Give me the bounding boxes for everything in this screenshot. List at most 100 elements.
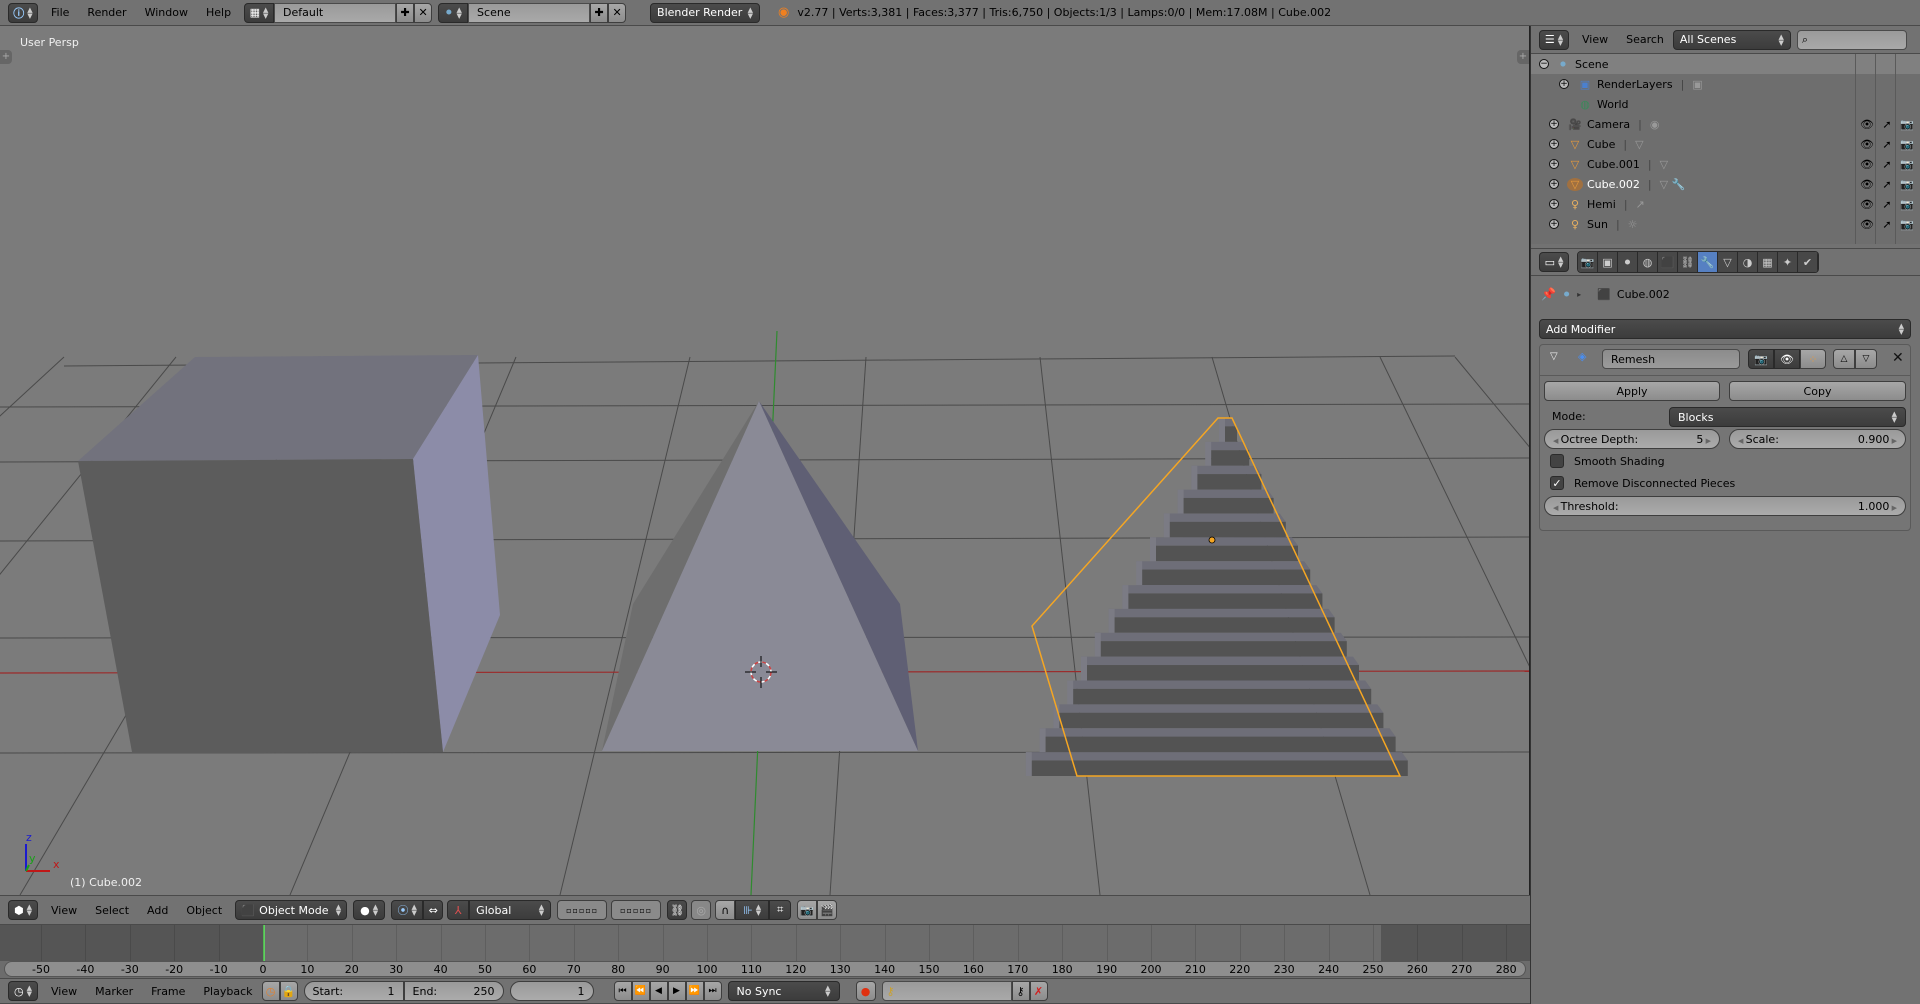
menu-help[interactable]: Help xyxy=(197,6,240,19)
outliner-item-hemi[interactable]: + ♀ Hemi | ↗ 👁 ➚ 📷 xyxy=(1531,194,1920,214)
jump-to-keyframe-next-button[interactable]: ⏩ xyxy=(685,981,704,1001)
viewport-menu-select[interactable]: Select xyxy=(86,904,138,917)
outliner-item-cube002[interactable]: + ▽ Cube.002 | ▽ 🔧 👁 ➚ 📷 xyxy=(1531,174,1920,194)
object-data-icon[interactable]: ↗ xyxy=(1636,198,1645,211)
properties-world-tab[interactable]: ◍ xyxy=(1638,252,1658,272)
menu-window[interactable]: Window xyxy=(136,6,197,19)
editor-type-timeline-button[interactable]: ◷ ▲ ▼ xyxy=(8,981,38,1001)
editor-type-properties-button[interactable]: ▭ ▲ ▼ xyxy=(1539,252,1569,272)
opengl-render-animation-button[interactable]: 🎬 xyxy=(817,900,838,920)
visibility-eye-icon[interactable]: 👁 xyxy=(1859,178,1875,191)
outliner-item-camera[interactable]: + 🎥 Camera | ◉ 👁 ➚ 📷 xyxy=(1531,114,1920,134)
snap-toggle[interactable]: ∩ xyxy=(715,900,736,920)
object-data-icon[interactable]: ☼ xyxy=(1628,218,1638,231)
move-modifier-down-button[interactable]: ▽ xyxy=(1855,349,1877,369)
selectability-cursor-icon[interactable]: ➚ xyxy=(1879,198,1895,211)
render-engine-dropdown[interactable]: Blender Render ▲ ▼ xyxy=(650,2,761,23)
properties-scene-tab[interactable]: ⚫ xyxy=(1618,252,1638,272)
timeline-menu-marker[interactable]: Marker xyxy=(86,985,142,998)
add-scene-button[interactable]: ✚ xyxy=(590,2,609,23)
smooth-shading-checkbox[interactable]: Smooth Shading xyxy=(1550,454,1665,468)
visibility-eye-icon[interactable]: 👁 xyxy=(1859,218,1875,231)
end-frame-field[interactable]: End: 250 xyxy=(403,981,504,1001)
insert-keyframe-button[interactable]: ⚷ xyxy=(1011,981,1030,1001)
timeline-menu-view[interactable]: View xyxy=(42,985,86,998)
viewport-menu-view[interactable]: View xyxy=(42,904,86,917)
properties-object-tab[interactable]: ⬛ xyxy=(1658,252,1678,272)
renderability-camera-icon[interactable]: 📷 xyxy=(1899,218,1915,231)
properties-data-tab[interactable]: ▽ xyxy=(1718,252,1738,272)
remesh-mode-dropdown[interactable]: Blocks ▲ ▼ xyxy=(1669,407,1906,427)
editor-type-outliner-button[interactable]: ☰ ▲ ▼ xyxy=(1539,29,1569,50)
renderability-camera-icon[interactable]: 📷 xyxy=(1899,198,1915,211)
editor-type-3d-view-button[interactable]: ⬢ ▲ ▼ xyxy=(8,900,38,920)
3d-viewport[interactable]: z y x User Persp (1) Cube.002 + + xyxy=(0,26,1530,895)
properties-constraints-tab[interactable]: ⛓ xyxy=(1678,252,1698,272)
selectability-cursor-icon[interactable]: ➚ xyxy=(1879,138,1895,151)
threshold-field[interactable]: ◀ Threshold: 1.000 ▶ xyxy=(1544,496,1906,516)
scale-field[interactable]: ◀ Scale: 0.900 ▶ xyxy=(1729,429,1906,449)
play-reverse-button[interactable]: ◀ xyxy=(649,981,668,1001)
selectability-cursor-icon[interactable]: ➚ xyxy=(1879,118,1895,131)
scene-selector[interactable]: ⚫ ▲ ▼ xyxy=(438,2,469,23)
outliner-item-renderlayers[interactable]: + ▣ RenderLayers | ▣ xyxy=(1531,74,1920,94)
outliner-item-sun[interactable]: + ♀ Sun | ☼ 👁 ➚ 📷 xyxy=(1531,214,1920,234)
sync-mode-dropdown[interactable]: No Sync ▲ ▼ xyxy=(727,981,840,1001)
modifier-editmode-toggle[interactable]: ⁘ xyxy=(1800,349,1826,369)
renderability-camera-icon[interactable]: 📷 xyxy=(1899,118,1915,131)
remove-modifier-button[interactable]: ✕ xyxy=(1892,350,1904,366)
expand-toggle-icon[interactable]: + xyxy=(1549,179,1559,189)
selectability-cursor-icon[interactable]: ➚ xyxy=(1879,158,1895,171)
delete-screen-button[interactable]: ✕ xyxy=(414,2,433,23)
scene-layers-group-1[interactable]: ▫▫▫▫▫ xyxy=(557,900,608,920)
collapse-triangle-icon[interactable]: ▽ xyxy=(1550,351,1558,362)
properties-render-layers-tab[interactable]: ▣ xyxy=(1598,252,1618,272)
start-frame-field[interactable]: Start: 1 xyxy=(303,981,404,1001)
expand-toggle-icon[interactable]: + xyxy=(1559,79,1569,89)
scene-layers-group-2[interactable]: ▫▫▫▫▫ xyxy=(611,900,662,920)
lock-camera-layers-toggle[interactable]: ⛓ xyxy=(667,900,688,920)
timeline-editor[interactable]: -50 -40 -30 -20 -10 0 10 20 30 40 50 60 70 80 90 100 110… xyxy=(0,925,1530,978)
timeline-scrubbar[interactable] xyxy=(4,961,1526,977)
add-screen-button[interactable]: ✚ xyxy=(396,2,415,23)
viewport-menu-object[interactable]: Object xyxy=(177,904,231,917)
snap-target-button[interactable]: ⌗ xyxy=(769,900,792,920)
menu-file[interactable]: File xyxy=(42,6,78,19)
visibility-eye-icon[interactable]: 👁 xyxy=(1859,118,1875,131)
expand-toggle-icon[interactable]: + xyxy=(1549,219,1559,229)
renderability-camera-icon[interactable]: 📷 xyxy=(1899,138,1915,151)
menu-render[interactable]: Render xyxy=(78,6,135,19)
expand-toggle-icon[interactable]: − xyxy=(1539,59,1549,69)
outliner-display-mode-dropdown[interactable]: All Scenes ▲ ▼ xyxy=(1672,29,1791,50)
properties-texture-tab[interactable]: ▦ xyxy=(1758,252,1778,272)
visibility-eye-icon[interactable]: 👁 xyxy=(1859,158,1875,171)
cube-object[interactable] xyxy=(78,355,500,752)
viewport-shading-dropdown[interactable]: ● ▲ ▼ xyxy=(353,900,386,920)
pin-icon[interactable]: 📌 xyxy=(1541,287,1556,301)
pyramid-object[interactable] xyxy=(602,401,918,751)
transform-manipulator-toggle[interactable]: ⅄ xyxy=(447,900,470,920)
preview-range-toggle[interactable]: ◷ xyxy=(261,981,280,1001)
renderability-camera-icon[interactable]: 📷 xyxy=(1899,178,1915,191)
toolshelf-expand-button[interactable]: + xyxy=(0,50,12,64)
properties-particles-tab[interactable]: ✦ xyxy=(1778,252,1798,272)
remeshed-pyramid-object[interactable] xyxy=(1025,417,1408,777)
object-data-icon[interactable]: ▽ 🔧 xyxy=(1660,178,1686,191)
visibility-eye-icon[interactable]: 👁 xyxy=(1859,138,1875,151)
timeline-menu-frame[interactable]: Frame xyxy=(142,985,194,998)
viewport-canvas[interactable]: z y x xyxy=(0,26,1530,895)
properties-modifiers-tab[interactable]: 🔧 xyxy=(1698,252,1718,272)
visibility-eye-icon[interactable]: 👁 xyxy=(1859,198,1875,211)
pivot-point-dropdown[interactable]: ⦿ ▲ ▼ xyxy=(391,900,424,920)
snap-element-dropdown[interactable]: ⊪ ▲ ▼ xyxy=(735,900,770,920)
expand-toggle-icon[interactable]: + xyxy=(1549,139,1559,149)
outliner-item-cube001[interactable]: + ▽ Cube.001 | ▽ 👁 ➚ 📷 xyxy=(1531,154,1920,174)
auto-keyframe-toggle[interactable]: ● xyxy=(855,981,876,1001)
selectability-cursor-icon[interactable]: ➚ xyxy=(1879,178,1895,191)
expand-toggle-icon[interactable]: + xyxy=(1549,159,1559,169)
editor-type-info-button[interactable]: ⓘ ▲ ▼ xyxy=(8,2,38,23)
modifier-render-toggle[interactable]: 📷 xyxy=(1748,349,1774,369)
manipulate-center-toggle[interactable]: ⇔ xyxy=(423,900,444,920)
keying-set-field[interactable]: ⚷ xyxy=(881,981,1012,1001)
screen-layout-selector[interactable]: ▦ ▲ ▼ xyxy=(244,2,275,23)
